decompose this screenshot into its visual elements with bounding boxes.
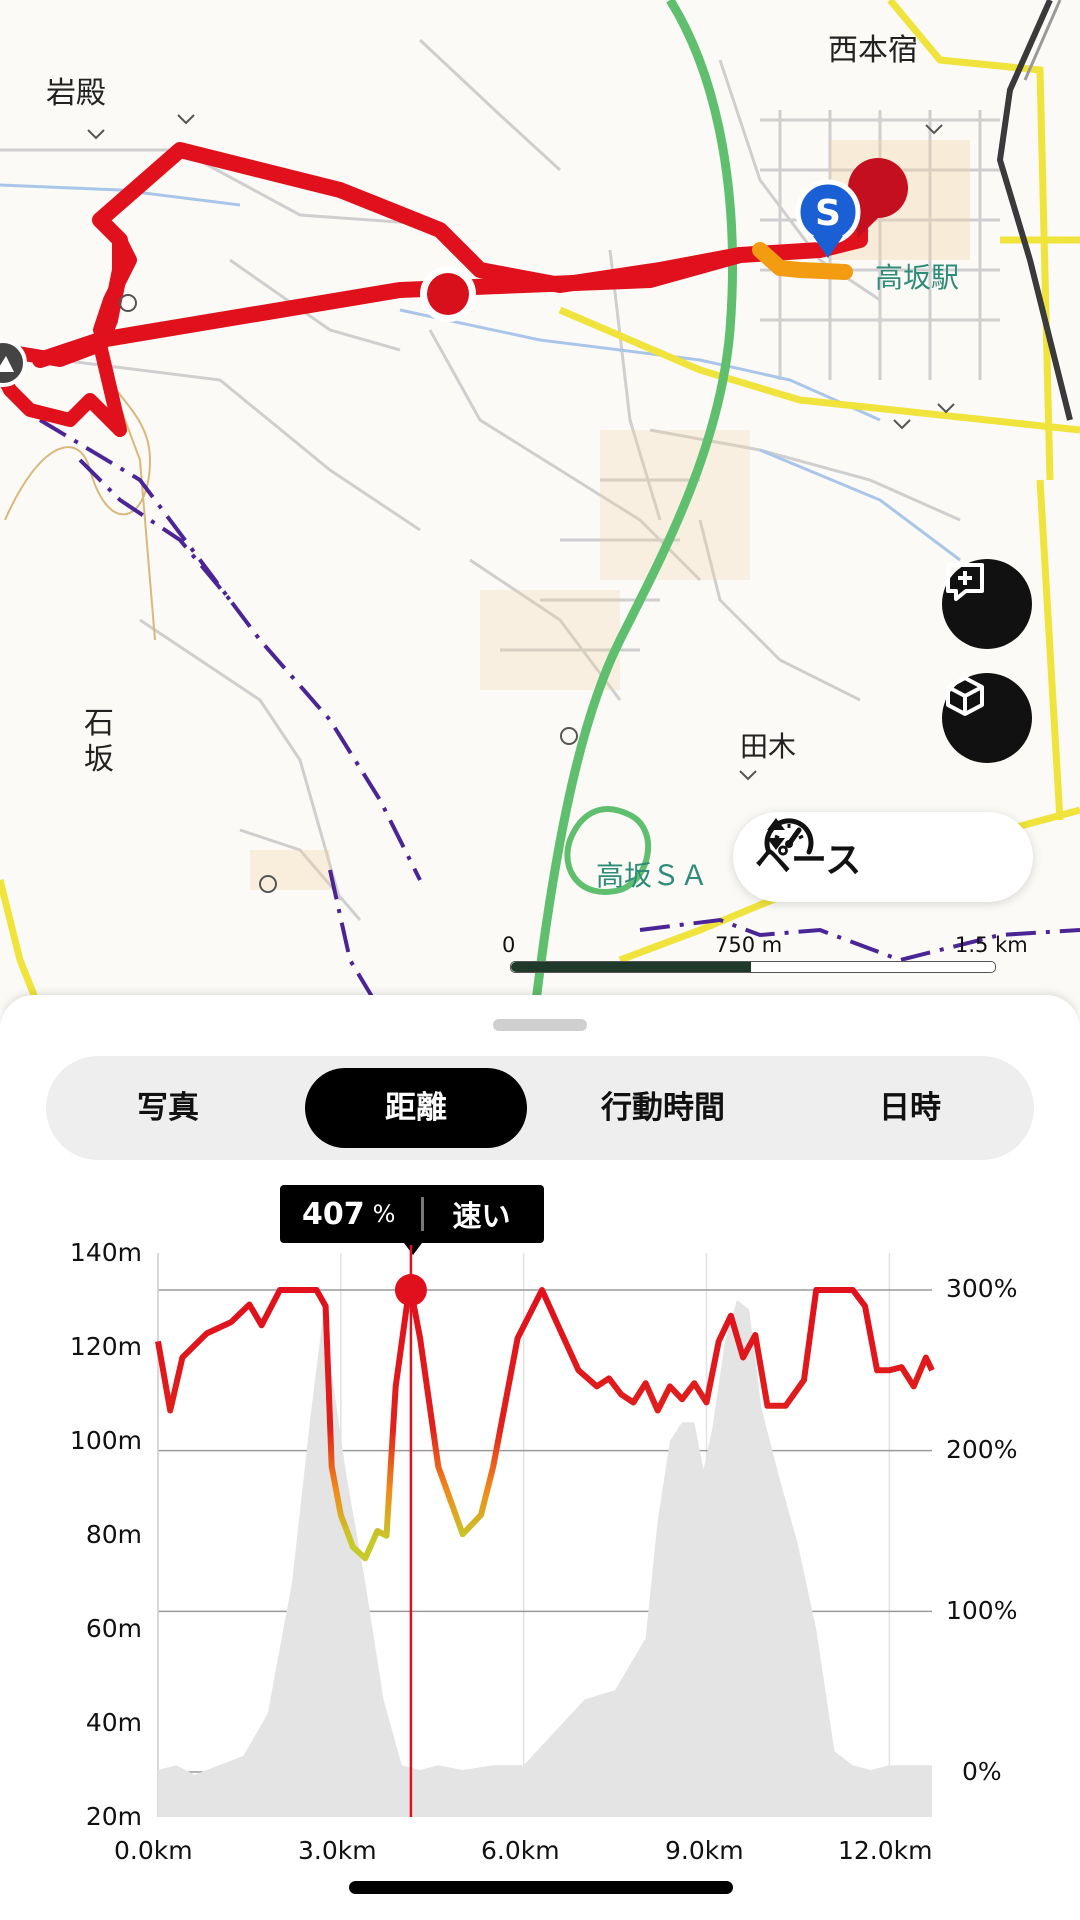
scale-label-zero: 0	[502, 933, 516, 957]
y-right-tick: 300%	[946, 1274, 1018, 1303]
rail-line	[996, 0, 1073, 421]
y-left-tick: 20m	[85, 1802, 142, 1831]
tooltip-value: 407	[302, 1196, 365, 1232]
y-left-tick: 40m	[85, 1708, 142, 1737]
view-3d-button[interactable]	[942, 673, 1032, 763]
place-ishizaka: 石坂	[84, 706, 114, 777]
place-taki: 田木	[740, 730, 796, 763]
scale-label-max: 1.5 km	[955, 933, 1028, 957]
x-tick: 0.0km	[114, 1836, 193, 1865]
y-right-tick: 100%	[946, 1596, 1018, 1625]
place-nishihonjuku: 西本宿	[828, 33, 918, 68]
place-takasaka-station: 高坂駅	[875, 261, 959, 294]
tooltip-pointer	[404, 1243, 422, 1255]
x-tick: 12.0km	[838, 1836, 933, 1865]
place-takasaka-sa: 高坂ＳＡ	[596, 859, 708, 892]
start-marker-letter: S	[815, 193, 841, 234]
add-comment-icon	[946, 563, 984, 601]
tooltip-unit: %	[372, 1200, 396, 1228]
sheet-grabber[interactable]	[493, 1019, 587, 1031]
tab-datetime[interactable]: 日時	[805, 1068, 1015, 1148]
y-left-tick: 60m	[85, 1614, 142, 1643]
add-comment-button[interactable]	[942, 559, 1032, 649]
tab-distance[interactable]: 距離	[305, 1068, 527, 1148]
route-map[interactable]: S 岩殿 西本宿 高坂駅 田木 高坂ＳＡ 石坂 ペース 0 750 m 1.5 …	[0, 0, 1080, 1010]
pace-selector[interactable]: ペース	[733, 812, 1033, 902]
y-left-tick: 100m	[69, 1426, 142, 1455]
y-left-tick: 140m	[69, 1238, 142, 1267]
tab-photos[interactable]: 写真	[70, 1068, 266, 1148]
tooltip-speed: 速い	[452, 1199, 511, 1233]
map-labels: 岩殿 西本宿 高坂駅 田木 高坂ＳＡ	[46, 33, 959, 892]
home-indicator[interactable]	[349, 1881, 733, 1894]
y-right-tick: 200%	[946, 1435, 1018, 1464]
tab-activity-time[interactable]: 行動時間	[560, 1068, 766, 1148]
place-iwadono: 岩殿	[46, 76, 106, 111]
x-tick: 9.0km	[665, 1836, 744, 1865]
cube-icon	[946, 676, 984, 716]
tooltip-separator	[421, 1197, 425, 1231]
chart-tooltip: 407 % 速い	[280, 1185, 544, 1243]
y-left-tick: 80m	[85, 1520, 142, 1549]
map-position-dot	[427, 273, 469, 315]
y-left-tick: 120m	[69, 1332, 142, 1361]
scale-label-mid: 750 m	[715, 933, 783, 957]
x-tick: 3.0km	[298, 1836, 377, 1865]
x-tick: 6.0km	[481, 1836, 560, 1865]
scale-bar	[510, 961, 996, 973]
boundary-lines	[38, 418, 1080, 1010]
y-right-tick: 0%	[962, 1757, 1002, 1786]
up-down-chevron-icon	[767, 818, 785, 850]
